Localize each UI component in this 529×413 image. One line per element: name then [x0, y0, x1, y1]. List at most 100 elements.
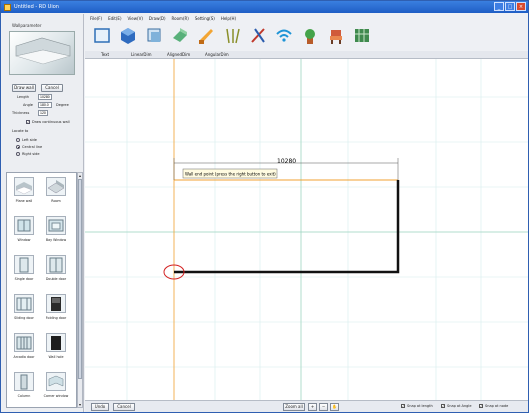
palette-corner-window[interactable]: Corner window — [42, 372, 70, 401]
close-button[interactable]: × — [516, 2, 526, 11]
cube-icon[interactable] — [119, 26, 137, 46]
tab-aligned-dim[interactable]: AlignedDim — [167, 51, 190, 59]
folding-door-icon — [46, 294, 66, 313]
wall-parameter-title: Wallparameter — [12, 23, 42, 28]
menu-help[interactable]: Help(H) — [221, 16, 236, 21]
app-window: Untitled - RD Uion _ □ × Wallparameter D… — [0, 0, 529, 413]
radio-right-side-label: Right side — [22, 152, 40, 156]
scroll-down-icon[interactable]: ▾ — [78, 402, 82, 407]
tooltip-text: Wall end point (press the right button t… — [185, 172, 276, 177]
window-title: Untitled - RD Uion — [14, 4, 59, 10]
select-icon[interactable] — [93, 26, 111, 46]
chair-icon[interactable] — [327, 26, 345, 46]
scroll-up-icon[interactable]: ▴ — [78, 173, 82, 178]
plane-wall-icon — [14, 177, 34, 196]
palette-wall-hole[interactable]: Wall hole — [42, 333, 70, 362]
menu-bar: File(F) Edit(E) View(V) Draw(D) Room(R) … — [85, 14, 528, 23]
length-input[interactable] — [38, 94, 52, 100]
room-icon — [46, 177, 66, 196]
continuous-wall-label: Draw continuous wall — [32, 120, 70, 124]
menu-draw[interactable]: Draw(D) — [149, 16, 166, 21]
palette-sliding-door[interactable]: Sliding door — [10, 294, 38, 323]
window-controls: _ □ × — [494, 2, 526, 11]
zoom-all-button[interactable]: Zoom all — [283, 403, 305, 411]
snap-node-label: Snap at node — [485, 404, 509, 408]
brush-icon[interactable] — [197, 26, 215, 46]
menu-file[interactable]: File(F) — [90, 16, 102, 21]
angle-label: Angle — [23, 103, 33, 107]
zoom-out-icon[interactable]: − — [319, 403, 328, 411]
snap-length-label: Snap at length — [407, 404, 433, 408]
menu-edit[interactable]: Edit(E) — [108, 16, 121, 21]
floor-plan-drawing[interactable]: 10280 Wall end point (press the right bu… — [85, 59, 528, 401]
tab-angular-dim[interactable]: AngularDim — [205, 51, 229, 59]
angle-input[interactable] — [38, 102, 52, 108]
rails-icon[interactable] — [223, 26, 241, 46]
dimension-tabs: Text LinearDim AlignedDim AngularDim — [85, 51, 528, 59]
dimension-value: 10280 — [277, 158, 296, 165]
corner-window-icon — [46, 372, 66, 391]
palette-plane-wall[interactable]: Plane wall — [10, 177, 38, 206]
arcadia-door-icon — [14, 333, 34, 352]
app-icon — [4, 3, 11, 11]
drawing-canvas[interactable]: 10280 Wall end point (press the right bu… — [85, 59, 528, 401]
menu-view[interactable]: View(V) — [128, 16, 143, 21]
continuous-wall-checkbox[interactable]: ✓ — [26, 120, 30, 124]
status-cancel-button[interactable]: Cancel — [113, 403, 135, 411]
wall-preview — [9, 31, 75, 75]
wifi-icon[interactable] — [275, 26, 293, 46]
maximize-button[interactable]: □ — [505, 2, 515, 11]
toolbar — [85, 23, 528, 51]
thickness-input[interactable] — [38, 110, 48, 116]
grid-lines — [85, 59, 528, 401]
pan-icon[interactable]: ✋ — [330, 403, 339, 411]
radio-left-side-label: Left side — [22, 138, 37, 142]
thickness-label: Thickness — [12, 111, 30, 115]
wall-segment[interactable] — [174, 180, 400, 274]
wall-hole-icon — [46, 333, 66, 352]
tab-linear-dim[interactable]: LinearDim — [131, 51, 152, 59]
grid-icon[interactable] — [353, 26, 371, 46]
palette-bay-window[interactable]: Bay Window — [42, 216, 70, 245]
single-door-icon — [14, 255, 34, 274]
menu-setting[interactable]: Setting(S) — [195, 16, 215, 21]
radio-right-side[interactable] — [16, 152, 20, 156]
locate-to-label: Locate to — [12, 129, 29, 133]
palette-column[interactable]: Column — [10, 372, 38, 401]
tools-icon[interactable] — [249, 26, 267, 46]
column-icon — [14, 372, 34, 391]
wall-preview-icon — [15, 37, 71, 65]
wall-icon[interactable] — [171, 26, 189, 46]
radio-left-side[interactable] — [16, 138, 20, 142]
layers-icon[interactable] — [145, 26, 163, 46]
plant-icon[interactable] — [301, 26, 319, 46]
radio-central-line-label: Central line — [22, 145, 43, 149]
palette-window[interactable]: Window — [10, 216, 38, 245]
snap-angle-checkbox[interactable]: ✓ — [441, 404, 445, 408]
component-palette: Plane wall Room Window Bay Window Single… — [6, 172, 77, 408]
undo-button[interactable]: Undo — [91, 403, 109, 411]
minimize-button[interactable]: _ — [494, 2, 504, 11]
zoom-in-icon[interactable]: + — [308, 403, 317, 411]
snap-length-checkbox[interactable]: ✓ — [401, 404, 405, 408]
menu-room[interactable]: Room(R) — [172, 16, 189, 21]
palette-single-door[interactable]: Single door — [10, 255, 38, 284]
snap-node-checkbox[interactable]: ✓ — [479, 404, 483, 408]
bay-window-icon — [46, 216, 66, 235]
palette-scrollbar[interactable]: ▴ ▾ — [77, 172, 83, 408]
title-bar[interactable]: Untitled - RD Uion _ □ × — [1, 1, 528, 13]
double-door-icon — [46, 255, 66, 274]
palette-double-door[interactable]: Double door — [42, 255, 70, 284]
angle-unit: Degree — [56, 103, 69, 107]
palette-room[interactable]: Room — [42, 177, 70, 206]
scrollbar-thumb[interactable] — [78, 179, 82, 379]
palette-folding-door[interactable]: Folding door — [42, 294, 70, 323]
sliding-door-icon — [14, 294, 34, 313]
length-label: Length — [17, 95, 30, 99]
palette-arcadia-door[interactable]: Arcadia door — [10, 333, 38, 362]
tab-text[interactable]: Text — [101, 51, 109, 59]
status-bar: Undo Cancel Zoom all + − ✋ ✓ Snap at len… — [85, 400, 528, 412]
draw-wall-button[interactable]: Draw wall — [12, 84, 36, 92]
radio-central-line[interactable] — [16, 145, 20, 149]
cancel-button[interactable]: Cancel — [41, 84, 63, 92]
